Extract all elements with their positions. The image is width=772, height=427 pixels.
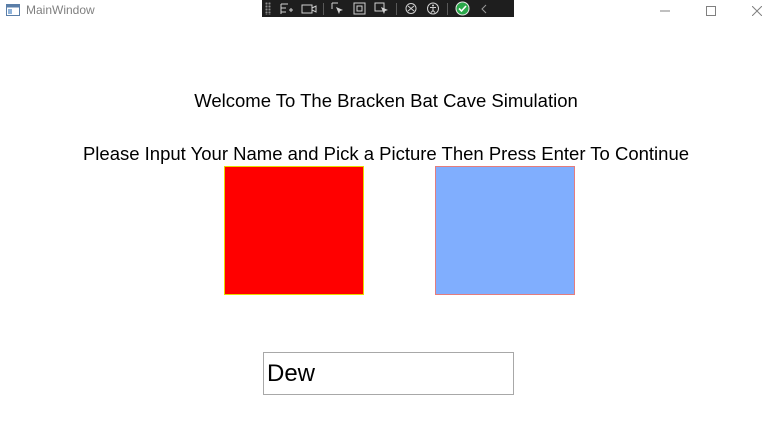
collapse-chevron-icon[interactable]	[473, 1, 495, 17]
picture-option-blue[interactable]	[435, 166, 575, 295]
toolbar-separator	[323, 2, 324, 15]
xaml-debug-toolbar	[262, 0, 514, 17]
window-title: MainWindow	[26, 3, 95, 17]
picture-option-red[interactable]	[224, 166, 364, 295]
binding-failures-icon[interactable]	[400, 1, 422, 17]
title-bar: MainWindow	[0, 0, 772, 22]
minimize-button[interactable]	[642, 0, 688, 22]
select-element-icon[interactable]	[327, 1, 349, 17]
maximize-button[interactable]	[688, 0, 734, 22]
accessibility-icon[interactable]	[422, 1, 444, 17]
app-window-icon	[6, 4, 20, 16]
maximize-icon	[706, 6, 716, 16]
instructions-text: Please Input Your Name and Pick a Pictur…	[82, 143, 690, 164]
toolbar-grip[interactable]	[265, 2, 271, 15]
close-icon	[752, 6, 762, 16]
check-icon[interactable]	[451, 1, 473, 17]
toolbar-separator	[447, 2, 448, 15]
name-input[interactable]	[263, 352, 514, 395]
live-visual-tree-icon[interactable]	[276, 1, 298, 17]
minimize-icon	[660, 10, 670, 12]
toolbar-separator	[396, 2, 397, 15]
track-focus-icon[interactable]	[371, 1, 393, 17]
display-adorners-icon[interactable]	[349, 1, 371, 17]
close-button[interactable]	[734, 0, 772, 22]
welcome-heading: Welcome To The Bracken Bat Cave Simulati…	[194, 90, 578, 111]
video-icon[interactable]	[298, 1, 320, 17]
